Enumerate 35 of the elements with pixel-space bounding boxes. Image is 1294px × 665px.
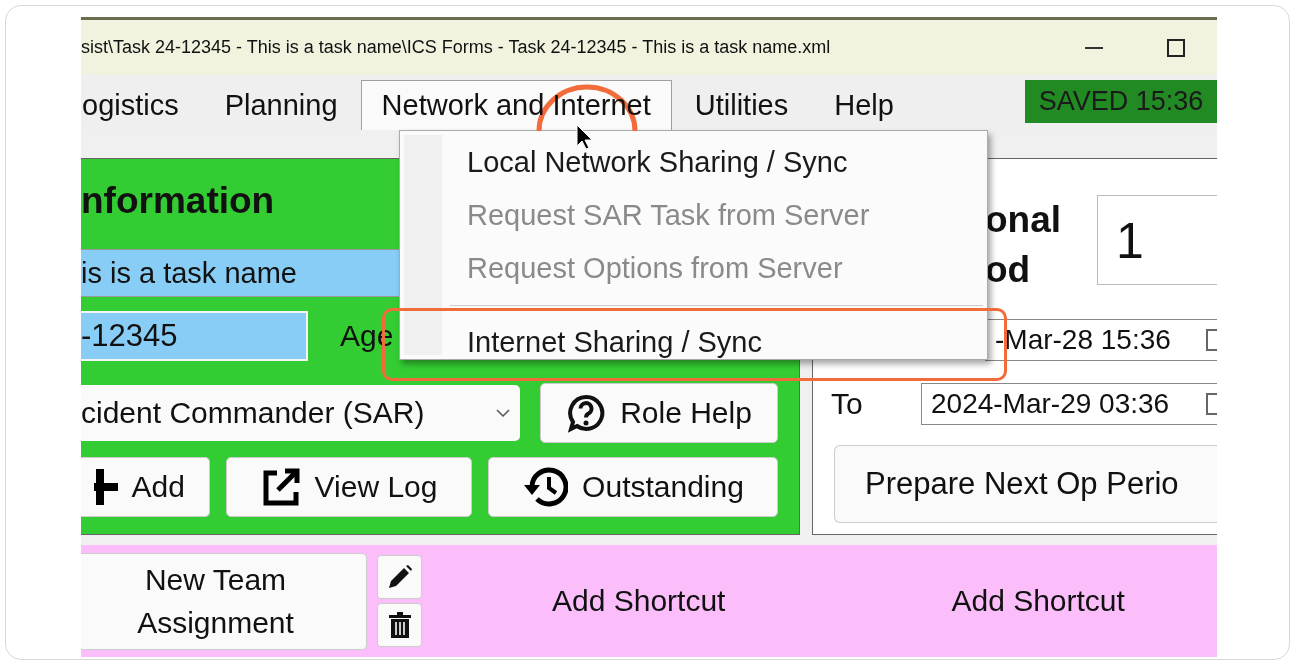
role-dropdown[interactable]: cident Commander (SAR) [81,385,520,441]
date-field[interactable]: 2024-Mar-29 03:36 [921,383,1217,425]
chevron-down-icon [496,409,510,417]
menu-option[interactable]: Local Network Sharing / Sync [400,136,987,189]
maximize-icon [1167,38,1185,57]
panel-heading: onal od [985,198,1063,287]
menu-item[interactable]: Help [811,80,917,130]
menu-item[interactable]: Planning [201,80,361,130]
delete-button[interactable] [377,603,422,647]
history-icon [522,466,569,508]
panel-heading: nformation [81,179,275,223]
minimize-icon [1085,46,1103,49]
role-help-button[interactable]: Role Help [540,383,778,443]
save-status: SAVED 15:36 [1025,80,1217,123]
assignment-button[interactable]: New Team Assignment [81,552,367,650]
calendar-icon[interactable] [1205,392,1217,416]
add-shortcut-link[interactable]: Add Shortcut [552,584,726,618]
calendar-icon[interactable] [1205,328,1217,352]
menu-item[interactable]: ogistics [81,80,202,130]
window-title: sist\Task 24-12345 - This is a task name\ICS Forms - Task 24-12345 - This is a task name.xml [81,37,832,58]
action-button[interactable]: Add [81,457,210,517]
plus-icon [93,469,118,505]
period-number-field[interactable]: 1 [1097,195,1217,285]
prepare-button[interactable]: Prepare Next Op Perio [834,445,1217,523]
field-label: To [831,387,863,421]
task-number-field[interactable]: -12345 [81,311,308,361]
action-button[interactable]: View Log [226,457,472,517]
pencil-icon [386,564,413,590]
trash-icon [388,612,411,638]
help-icon [566,393,607,433]
menu-item[interactable]: Utilities [671,80,812,130]
add-shortcut-link[interactable]: Add Shortcut [951,584,1125,618]
menu-option[interactable]: Internet Sharing / Sync [400,316,987,369]
edit-button[interactable] [377,555,422,599]
action-button[interactable]: Outstanding [488,457,778,517]
